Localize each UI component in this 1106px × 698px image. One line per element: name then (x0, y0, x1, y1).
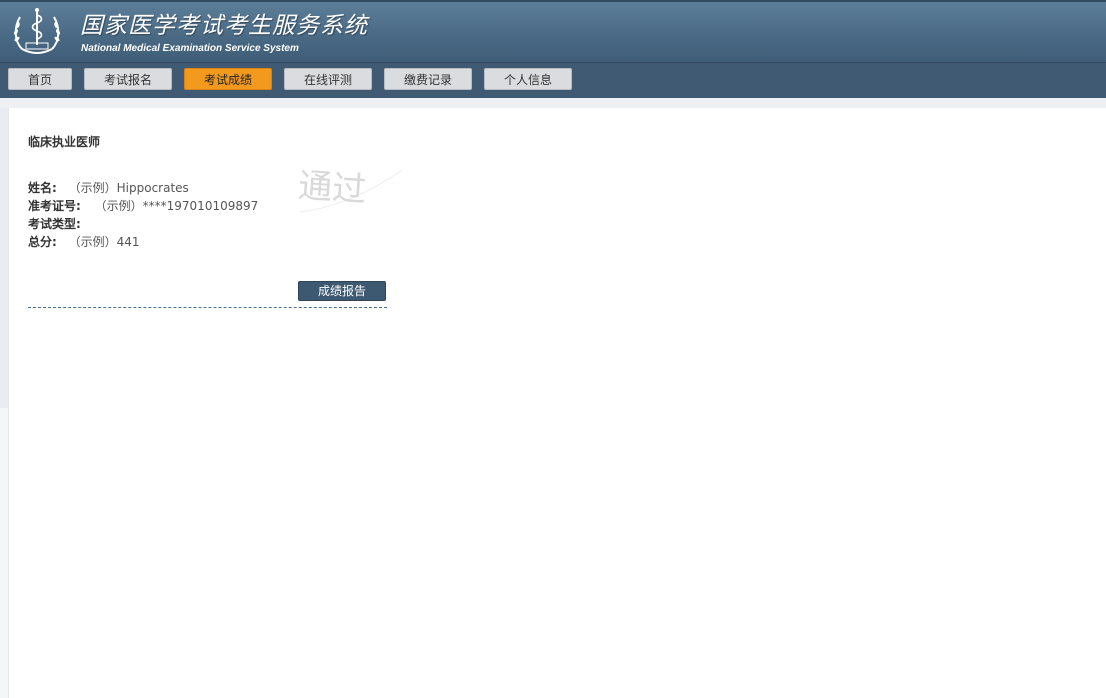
name-value: （示例）Hippocrates (68, 181, 189, 195)
nav-bar: 首页 考试报名 考试成绩 在线评测 缴费记录 个人信息 (0, 62, 1106, 98)
result-panel (8, 108, 1106, 698)
name-label: 姓名: (28, 181, 57, 195)
score-value: （示例）441 (68, 235, 140, 249)
ticket-row: 准考证号: （示例）****197010109897 (28, 198, 258, 214)
left-edge-lower (0, 408, 8, 698)
score-report-button[interactable]: 成绩报告 (298, 281, 386, 301)
left-edge (0, 108, 8, 408)
medical-emblem-logo (13, 8, 61, 54)
header-banner: 国家医学考试考生服务系统 National Medical Examinatio… (0, 0, 1106, 62)
score-label: 总分: (28, 235, 57, 249)
name-row: 姓名: （示例）Hippocrates (28, 180, 189, 196)
system-title-cn: 国家医学考试考生服务系统 (80, 13, 368, 39)
nav-personal-info[interactable]: 个人信息 (484, 68, 572, 90)
exam-type-title: 临床执业医师 (28, 135, 101, 149)
nav-exam-results[interactable]: 考试成绩 (184, 68, 272, 90)
dashed-divider (28, 307, 387, 308)
exam-type-label: 考试类型: (28, 217, 81, 231)
nav-home[interactable]: 首页 (8, 68, 72, 90)
ticket-label: 准考证号: (28, 199, 81, 213)
score-row: 总分: （示例）441 (28, 234, 140, 250)
header-divider (0, 98, 1106, 108)
stamp-text: 通过 (297, 166, 368, 211)
system-title-en: National Medical Examination Service Sys… (81, 43, 299, 54)
ticket-value: （示例）****197010109897 (94, 199, 259, 213)
nav-exam-registration[interactable]: 考试报名 (84, 68, 172, 90)
pass-stamp: 通过 (297, 166, 403, 213)
nav-payment-records[interactable]: 缴费记录 (384, 68, 472, 90)
exam-type-row: 考试类型: (28, 216, 81, 232)
nav-online-assessment[interactable]: 在线评测 (284, 68, 372, 90)
